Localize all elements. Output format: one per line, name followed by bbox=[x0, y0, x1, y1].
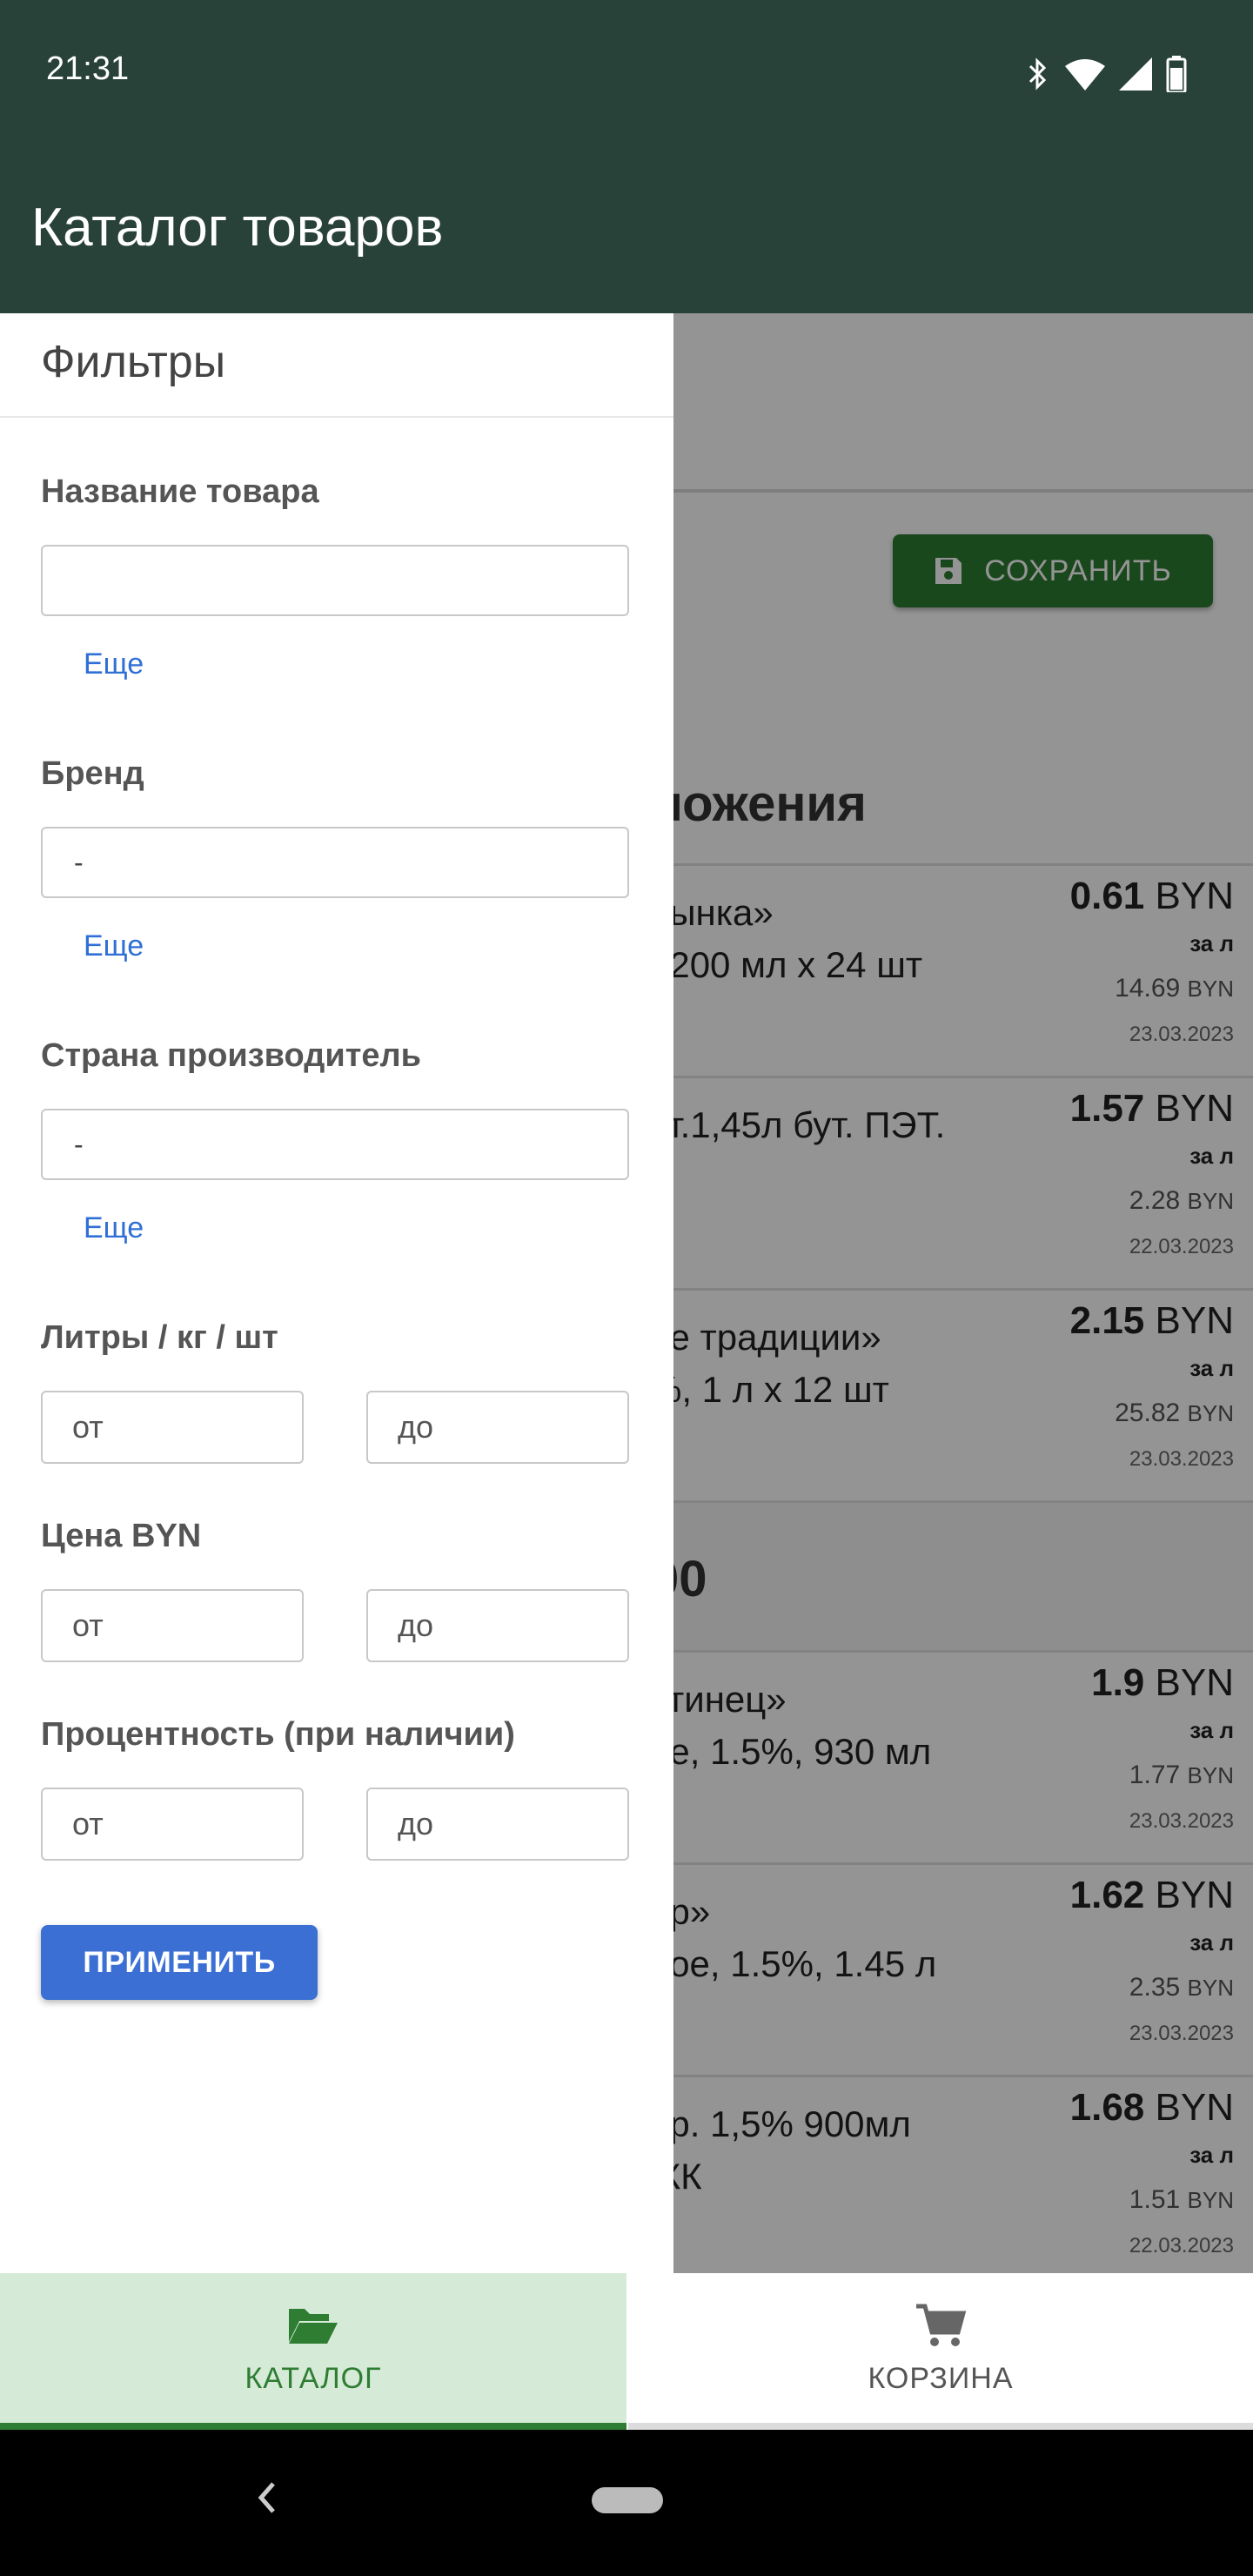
wifi-icon bbox=[1065, 59, 1105, 91]
percent-to-input[interactable]: до bbox=[366, 1788, 629, 1861]
divider bbox=[0, 416, 673, 418]
price-label: Цена BYN bbox=[41, 1518, 202, 1554]
bluetooth-icon bbox=[1029, 57, 1047, 91]
volume-to-input[interactable]: до bbox=[366, 1391, 629, 1464]
system-nav-bar bbox=[0, 2430, 1253, 2576]
status-bar: 21:31 bbox=[0, 0, 1253, 146]
name-input[interactable] bbox=[41, 545, 629, 616]
country-more-link[interactable]: Еще bbox=[84, 1211, 144, 1245]
app-bar: Каталог товаров bbox=[0, 146, 1253, 313]
page-title: Каталог товаров bbox=[31, 198, 444, 258]
price-from-input[interactable]: от bbox=[41, 1589, 304, 1662]
percent-from-input[interactable]: от bbox=[41, 1788, 304, 1861]
tab-cart[interactable]: КОРЗИНА bbox=[628, 2273, 1253, 2430]
drawer-title: Фильтры bbox=[41, 337, 226, 387]
cart-icon bbox=[916, 2304, 967, 2346]
tab-catalog[interactable]: КАТАЛОГ bbox=[0, 2273, 626, 2430]
country-label: Страна производитель bbox=[41, 1037, 421, 1074]
brand-select[interactable]: - bbox=[41, 827, 629, 898]
price-to-input[interactable]: до bbox=[366, 1589, 629, 1662]
folder-open-icon bbox=[289, 2309, 338, 2344]
back-icon[interactable] bbox=[252, 2479, 278, 2517]
tab-catalog-label: КАТАЛОГ bbox=[245, 2362, 382, 2395]
battery-icon bbox=[1166, 56, 1187, 92]
country-select[interactable]: - bbox=[41, 1109, 629, 1180]
status-time: 21:31 bbox=[46, 50, 130, 87]
brand-label: Бренд bbox=[41, 755, 144, 792]
percent-label: Процентность (при наличии) bbox=[41, 1716, 515, 1753]
home-pill[interactable] bbox=[592, 2487, 663, 2513]
name-more-link[interactable]: Еще bbox=[84, 647, 144, 681]
signal-icon bbox=[1119, 57, 1152, 91]
tab-cart-label: КОРЗИНА bbox=[868, 2362, 1014, 2395]
name-label: Название товара bbox=[41, 473, 319, 510]
brand-more-link[interactable]: Еще bbox=[84, 929, 144, 963]
volume-from-input[interactable]: от bbox=[41, 1391, 304, 1464]
status-icons bbox=[1025, 54, 1187, 94]
apply-button[interactable]: ПРИМЕНИТЬ bbox=[41, 1925, 318, 2000]
volume-label: Литры / кг / шт bbox=[41, 1319, 278, 1356]
filter-drawer: Фильтры Название товара Еще Бренд - Еще … bbox=[0, 313, 673, 2273]
bottom-nav: КАТАЛОГ КОРЗИНА bbox=[0, 2273, 1253, 2430]
